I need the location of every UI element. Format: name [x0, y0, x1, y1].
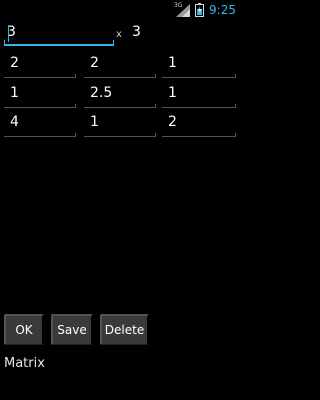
matrix-cell-r2-c2[interactable]: 2.5: [84, 82, 156, 108]
signal-indicator: 3G: [174, 2, 192, 17]
matrix-cell-r3-c1[interactable]: 4: [4, 111, 76, 137]
status-bar: 3G 9:25: [0, 0, 240, 19]
matrix-label: Matrix: [4, 356, 45, 371]
matrix-cell-r1-c3[interactable]: 1: [162, 52, 236, 78]
status-icons: 3G 9:25: [174, 1, 236, 18]
focused-underline: [4, 44, 114, 46]
cols-input[interactable]: 3: [126, 22, 234, 46]
clock: 9:25: [209, 2, 236, 17]
battery-icon: [195, 2, 205, 17]
cols-value: 3: [132, 24, 141, 40]
delete-button[interactable]: Delete: [100, 314, 149, 345]
underline-tick-left: [4, 40, 5, 46]
matrix-cell-r3-c2[interactable]: 1: [84, 111, 156, 137]
times-sign: x: [116, 29, 122, 40]
ok-button[interactable]: OK: [4, 314, 44, 345]
matrix-cell-r1-c2[interactable]: 2: [84, 52, 156, 78]
matrix-cell-r2-c3[interactable]: 1: [162, 82, 236, 108]
matrix-cell-r3-c3[interactable]: 2: [162, 111, 236, 137]
signal-icon: [176, 3, 191, 17]
matrix-cell-r2-c1[interactable]: 1: [4, 82, 76, 108]
matrix-cell-r1-c1[interactable]: 2: [4, 52, 76, 78]
save-button[interactable]: Save: [51, 314, 93, 345]
underline-tick-right: [113, 40, 114, 46]
text-cursor: [8, 25, 9, 42]
rows-input[interactable]: 3: [4, 22, 114, 46]
